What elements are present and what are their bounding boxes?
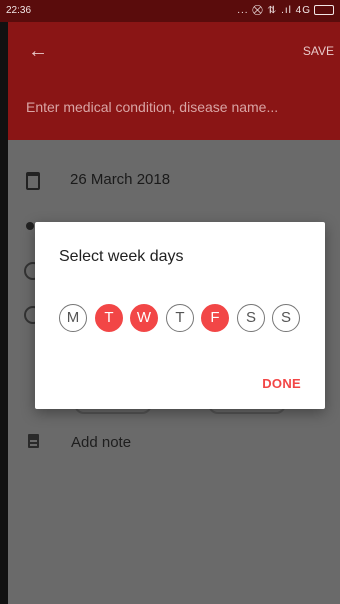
calendar-icon (26, 172, 40, 190)
back-arrow-icon[interactable]: ← (28, 40, 48, 63)
day-wednesday[interactable]: W (130, 304, 158, 332)
week-days-dialog: Select week days M T W T F S S DONE (35, 222, 325, 409)
done-button[interactable]: DONE (262, 376, 301, 391)
status-time: 22:36 (6, 5, 32, 16)
status-icons: ... ⛒ ⇅ .ıl 4G (237, 5, 334, 16)
day-friday[interactable]: F (201, 304, 229, 332)
day-thursday[interactable]: T (166, 304, 194, 332)
alarm-icon (26, 222, 34, 230)
start-date[interactable]: 26 March 2018 (70, 171, 170, 188)
day-tuesday[interactable]: T (95, 304, 123, 332)
day-monday[interactable]: M (59, 304, 87, 332)
day-saturday[interactable]: S (237, 304, 265, 332)
condition-input[interactable]: Enter medical condition, disease name... (26, 99, 278, 115)
status-icons-text: ... ⛒ ⇅ .ıl 4G (237, 5, 311, 16)
note-icon-line (30, 440, 37, 442)
note-icon-line-2 (30, 444, 37, 446)
dialog-title: Select week days (59, 248, 184, 265)
add-note-field[interactable]: Add note (71, 434, 131, 451)
save-button[interactable]: SAVE (303, 44, 334, 58)
status-bar: 22:36 ... ⛒ ⇅ .ıl 4G (0, 0, 340, 22)
battery-icon (314, 5, 334, 16)
day-sunday[interactable]: S (272, 304, 300, 332)
device-frame-left (0, 0, 8, 604)
note-icon (28, 434, 39, 448)
app-bar: ← SAVE Enter medical condition, disease … (8, 22, 340, 140)
